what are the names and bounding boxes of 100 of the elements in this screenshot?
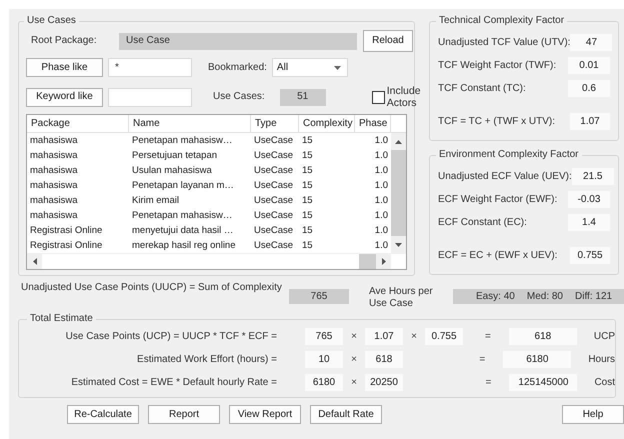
medium-hours: Med: 80 <box>526 290 563 302</box>
root-package-field: Use Case <box>119 32 357 50</box>
scroll-down-icon[interactable] <box>395 242 402 246</box>
table-cell-text: 15 <box>301 134 314 148</box>
table-cell-text: 15 <box>301 239 314 253</box>
phase-field[interactable]: * <box>108 58 192 77</box>
table-cell-text: mahasiswa <box>29 194 79 208</box>
dropdown-arrow-icon <box>334 66 341 70</box>
column-header[interactable]: Type <box>251 115 299 133</box>
table-cell-text: mahasiswa <box>29 134 79 148</box>
table-cell-text: 15 <box>301 224 314 238</box>
table-cell-text: Kirim email <box>131 194 180 208</box>
factor-label: TCF = TC + (TWF x UTV): <box>438 116 556 128</box>
horizontal-scrollbar[interactable] <box>27 253 406 269</box>
table-cell-text: Penetapan layanan m… <box>131 179 235 193</box>
scroll-left-icon[interactable] <box>32 258 36 265</box>
factor-label: ECF Constant (EC): <box>438 216 527 228</box>
unit-label: UCP <box>594 330 615 342</box>
estimate-label: Estimated Cost = EWE * Default hourly Rate = <box>70 376 277 388</box>
table-cell-text: UseCase <box>253 209 294 223</box>
term-field: 765 <box>305 328 343 345</box>
table-cell-text: menyetujui data hasil … <box>131 224 234 238</box>
table-cell-text: UseCase <box>253 194 294 208</box>
term-field: 20250 <box>365 374 403 391</box>
result-field: 1.07 <box>570 113 610 130</box>
value-field[interactable]: -0.03 <box>568 191 610 208</box>
phase-like-button[interactable]: Phase like <box>26 58 103 77</box>
table-cell-text: UseCase <box>253 179 294 193</box>
table-cell-text: mahasiswa <box>29 179 79 193</box>
column-header[interactable]: Complexity <box>299 115 355 133</box>
value-field[interactable]: 0.01 <box>568 57 610 74</box>
action-button[interactable]: Default Rate <box>310 405 382 424</box>
factor-label: Unadjusted ECF Value (UEV): <box>438 170 572 182</box>
group-title: Use Cases <box>26 15 77 27</box>
result-field: 6180 <box>503 351 572 368</box>
action-button[interactable]: Re-Calculate <box>67 405 139 424</box>
result-field: 0.755 <box>570 247 610 264</box>
table-cell-text: 15 <box>301 209 314 223</box>
table-cell-text: 1.0 <box>374 149 389 163</box>
checkbox-label: Include Actors <box>386 85 422 109</box>
table-cell-text: 1.0 <box>374 224 389 238</box>
bookmarked-dropdown[interactable]: All <box>272 58 348 77</box>
value-field[interactable]: 0.6 <box>568 80 610 97</box>
count-field: 51 <box>280 88 326 106</box>
keyword-field[interactable] <box>108 88 192 106</box>
equals-sign: = <box>484 330 492 342</box>
reload-button[interactable]: Reload <box>363 30 413 52</box>
result-field: 618 <box>508 328 577 345</box>
multiply-sign: × <box>350 376 358 388</box>
table-cell-text: mahasiswa <box>29 164 79 178</box>
equals-sign: = <box>478 354 486 366</box>
table-cell-text: UseCase <box>253 224 294 238</box>
group-title: Total Estimate <box>29 313 94 325</box>
action-button[interactable]: View Report <box>229 405 301 424</box>
action-button[interactable]: Report <box>148 405 220 424</box>
unit-label: Hours <box>588 354 615 366</box>
field-label: Bookmarked: <box>208 62 267 74</box>
uucp-field: 765 <box>289 289 349 304</box>
table-cell-text: Persetujuan tetapan <box>131 149 218 163</box>
table-cell-text: merekap hasil reg online <box>131 239 237 253</box>
column-header[interactable]: Name <box>129 115 251 133</box>
difficult-hours: Diff: 121 <box>575 290 612 302</box>
group-title: Technical Complexity Factor <box>438 15 566 27</box>
factor-label: TCF Constant (TC): <box>438 82 526 94</box>
table-cell-text: UseCase <box>253 164 294 178</box>
scroll-right-icon[interactable] <box>382 258 386 265</box>
factor-label: ECF = EC + (EWF x UEV): <box>438 250 558 262</box>
vertical-scrollbar[interactable] <box>391 133 406 253</box>
ave-hours-label: Ave Hours per Use Case <box>369 286 434 310</box>
value-field[interactable]: 47 <box>570 34 612 51</box>
field-label: Use Cases: <box>213 91 265 103</box>
table-cell-text: 15 <box>301 194 314 208</box>
include-actors-checkbox[interactable] <box>372 90 385 104</box>
term-field: 6180 <box>305 374 343 391</box>
table-cell-text: 15 <box>301 179 314 193</box>
keyword-like-button[interactable]: Keyword like <box>26 88 103 106</box>
multiply-sign: × <box>410 330 418 342</box>
estimate-label: Estimated Work Effort (hours) = <box>136 354 277 366</box>
factor-label: TCF Weight Factor (TWF): <box>438 60 556 72</box>
table-cell-text: 15 <box>301 164 314 178</box>
column-header[interactable]: Package <box>27 115 129 133</box>
table-cell-text: Registrasi Online <box>29 239 104 253</box>
help-button[interactable]: Help <box>562 405 624 424</box>
easy-hours: Easy: 40 <box>476 290 515 302</box>
table-cell-text: UseCase <box>253 149 294 163</box>
table-cell-text: 1.0 <box>374 194 389 208</box>
factor-label: ECF Weight Factor (EWF): <box>438 194 558 206</box>
table-cell-text: 1.0 <box>374 164 389 178</box>
equals-sign: = <box>484 376 492 388</box>
value-field[interactable]: 1.4 <box>568 214 610 231</box>
table-cell-text: mahasiswa <box>29 149 79 163</box>
scroll-up-icon[interactable] <box>395 140 402 144</box>
result-field: 125145000 <box>509 374 578 391</box>
column-header[interactable]: Phase <box>355 115 391 133</box>
unit-label: Cost <box>594 376 615 388</box>
table-cell-text: Penetapan mahasisw… <box>131 134 234 148</box>
scroll-thumb[interactable] <box>359 254 376 269</box>
table-cell-text: 1.0 <box>374 209 389 223</box>
uucp-label: Unadjusted Use Case Points (UUCP) = Sum of Complexity <box>21 282 283 294</box>
value-field[interactable]: 21.5 <box>572 168 614 185</box>
